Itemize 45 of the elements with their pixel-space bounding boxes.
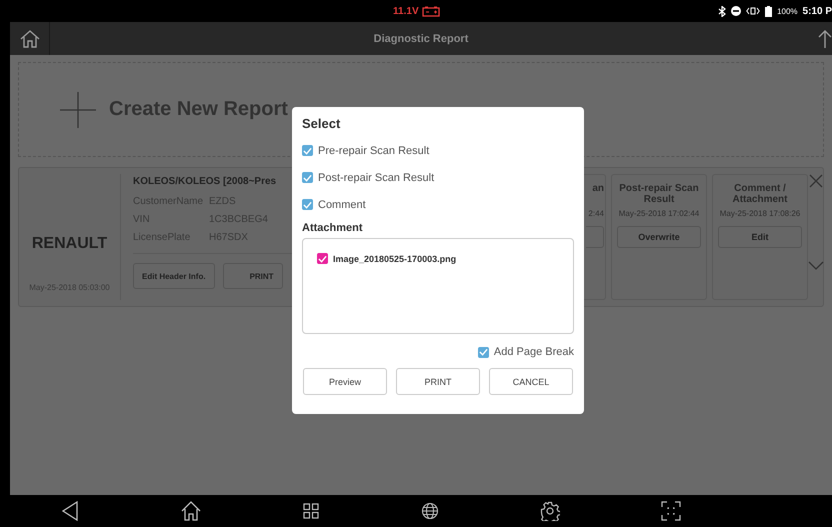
option-label: Post-repair Scan Result bbox=[318, 172, 434, 184]
attachment-filename: Image_20180525-170003.png bbox=[333, 254, 456, 264]
option-checkbox[interactable]: Post-repair Scan Result bbox=[302, 164, 574, 191]
create-report-label: Create New Report bbox=[109, 98, 288, 121]
clock-time: 5:10 P bbox=[802, 6, 832, 16]
dialog-button[interactable]: CANCEL bbox=[489, 368, 573, 395]
plus-icon bbox=[59, 90, 97, 128]
option-checkbox[interactable]: Pre-repair Scan Result bbox=[302, 137, 574, 164]
grid-icon[interactable] bbox=[303, 503, 320, 519]
upload-icon bbox=[818, 28, 832, 48]
section-date: May-25-2018 17:08:26 bbox=[720, 209, 800, 218]
home-icon[interactable] bbox=[180, 501, 202, 521]
dialog-title: Select bbox=[302, 116, 342, 131]
section-title: an bbox=[592, 183, 604, 196]
dialog-button[interactable]: Preview bbox=[303, 368, 387, 395]
do-not-disturb-icon bbox=[731, 6, 742, 16]
section-title: Comment / Attachment bbox=[731, 183, 788, 207]
option-checkbox[interactable]: Comment bbox=[302, 191, 574, 218]
section-date: 2:44 bbox=[588, 209, 604, 218]
checkbox[interactable] bbox=[478, 346, 489, 358]
option-label: Comment bbox=[318, 198, 366, 210]
attachment-heading: Attachment bbox=[302, 222, 364, 234]
section-date: May-25-2018 17:02:44 bbox=[618, 209, 700, 218]
screenshot-icon[interactable] bbox=[661, 501, 682, 521]
section-title: Post-repair Scan Result bbox=[618, 183, 700, 207]
settings-icon[interactable] bbox=[540, 501, 560, 521]
checkbox[interactable] bbox=[302, 199, 313, 210]
page-title: Diagnostic Report bbox=[374, 32, 468, 44]
checkbox[interactable] bbox=[302, 145, 313, 156]
home-icon bbox=[18, 30, 40, 48]
battery-percentage: 100% bbox=[777, 6, 798, 16]
vibrate-icon bbox=[746, 6, 760, 16]
checkbox[interactable] bbox=[302, 172, 313, 183]
bluetooth-icon bbox=[718, 6, 726, 16]
voltage-reading: 11.1V bbox=[393, 6, 419, 16]
option-label: Add Page Break bbox=[494, 346, 574, 358]
checkbox[interactable] bbox=[317, 253, 328, 264]
globe-icon[interactable] bbox=[420, 502, 439, 520]
car-battery-icon bbox=[422, 6, 440, 16]
vehicle-model: KOLEOS/KOLEOS [2008~Pres bbox=[133, 176, 278, 187]
vehicle-make: RENAULT bbox=[32, 234, 108, 252]
back-icon[interactable] bbox=[60, 501, 79, 521]
battery-icon bbox=[765, 6, 772, 16]
dialog-button[interactable]: PRINT bbox=[396, 368, 480, 395]
option-label: Pre-repair Scan Result bbox=[318, 144, 430, 156]
